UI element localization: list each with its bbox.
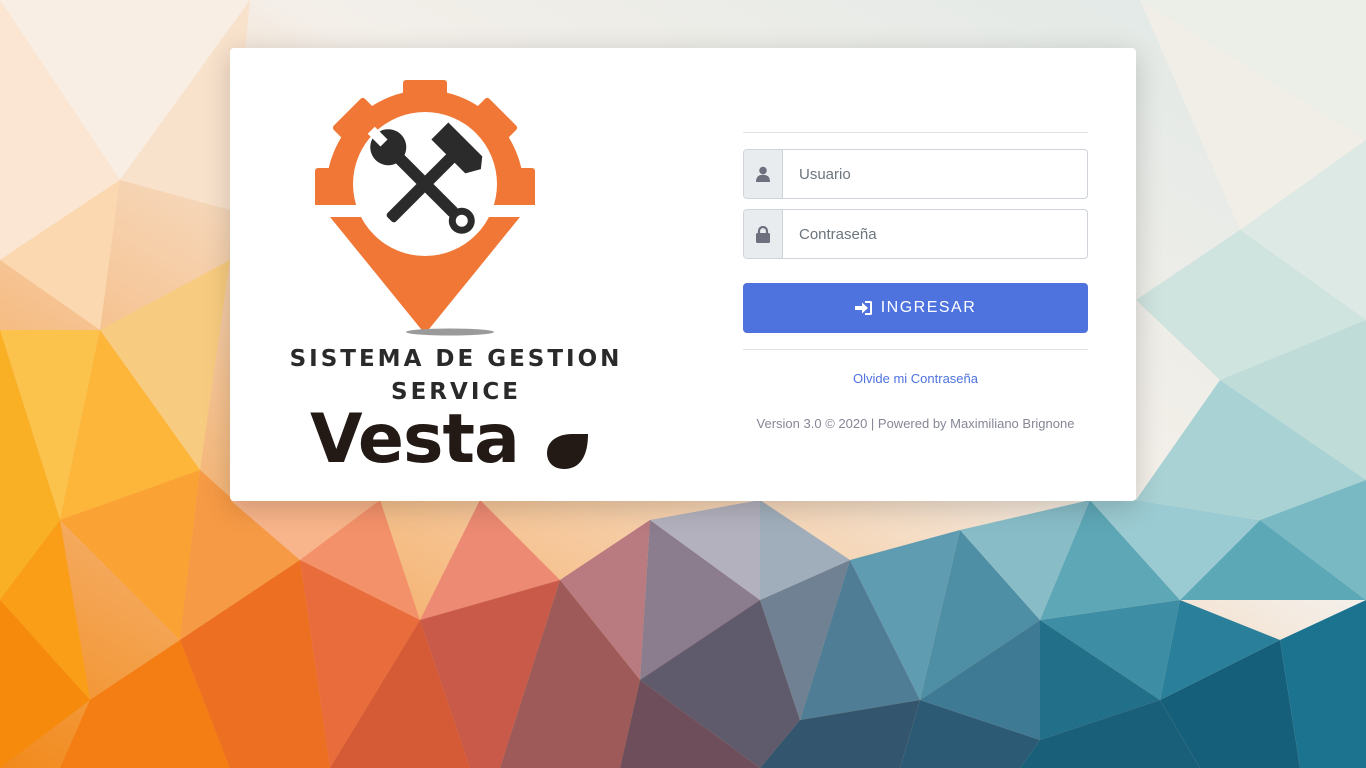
logo-brand-word: Vesta	[310, 400, 520, 479]
lock-icon	[744, 210, 783, 258]
user-icon	[744, 150, 783, 198]
logo-line-1: SISTEMA DE GESTION	[289, 346, 623, 372]
password-input[interactable]	[783, 210, 1087, 258]
divider-top	[743, 132, 1088, 133]
sign-in-icon	[854, 301, 872, 315]
hammer-wrench-gear-pin-icon	[310, 80, 560, 336]
username-group	[743, 149, 1088, 199]
divider-bottom	[743, 349, 1088, 350]
password-group	[743, 209, 1088, 259]
vesta-logo: SISTEMA DE GESTION SERVICE Vesta	[270, 72, 630, 482]
version-footer: Version 3.0 © 2020 | Powered by Maximili…	[756, 416, 1075, 431]
forgot-password-link[interactable]: Olvide mi Contraseña	[743, 371, 1088, 386]
logo-leaf-icon	[547, 434, 588, 469]
login-button[interactable]: INGRESAR	[743, 283, 1088, 333]
username-input[interactable]	[783, 150, 1087, 198]
login-button-label: INGRESAR	[880, 299, 977, 316]
